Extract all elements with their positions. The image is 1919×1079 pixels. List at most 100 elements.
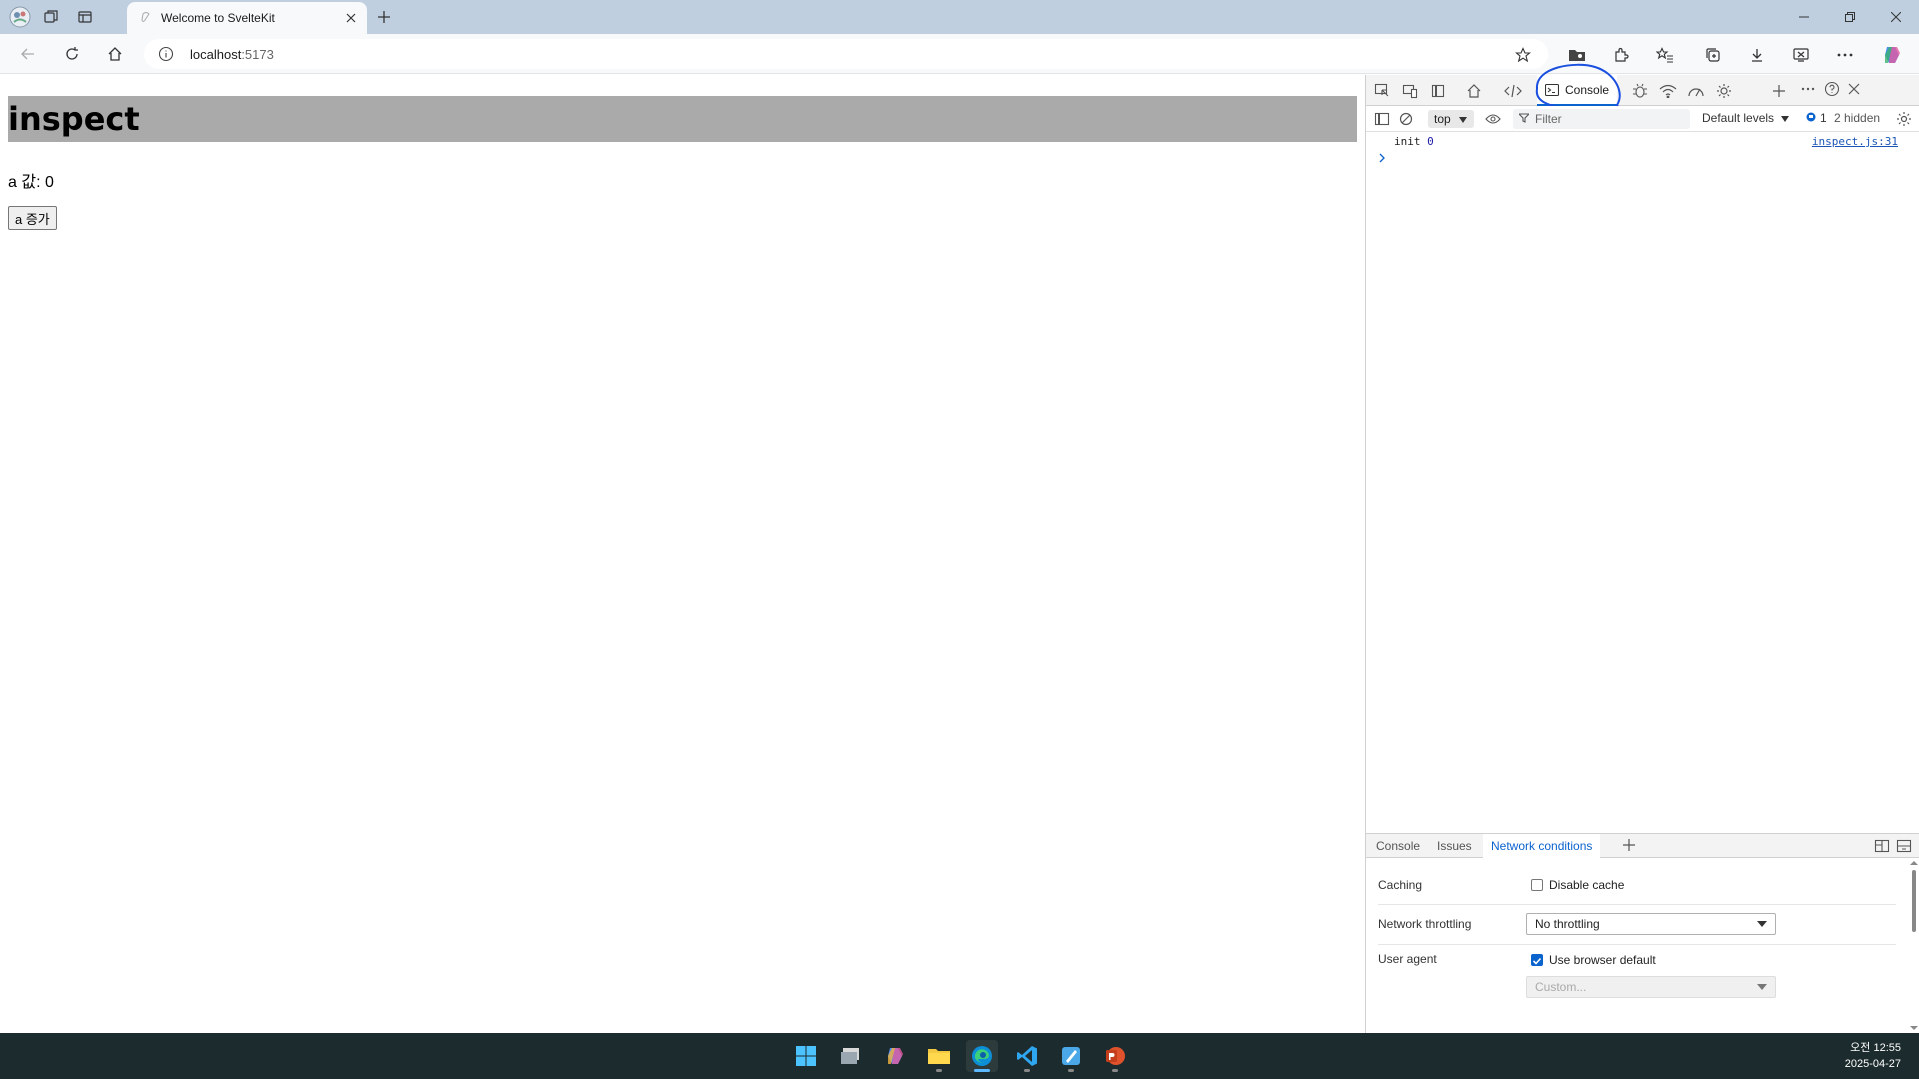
memory-settings-icon[interactable] — [1714, 81, 1734, 101]
address-bar[interactable]: localhost:5173 — [144, 39, 1548, 69]
downloads-icon[interactable] — [1744, 42, 1770, 68]
paint-icon[interactable] — [1055, 1040, 1087, 1072]
edge-icon[interactable] — [966, 1040, 998, 1072]
chevron-down-icon — [1757, 921, 1767, 927]
issues-counter[interactable]: 1 — [1806, 111, 1827, 125]
vertical-tabs-icon[interactable] — [73, 5, 97, 29]
issue-count: 1 — [1820, 111, 1827, 125]
site-info-icon[interactable] — [158, 46, 174, 62]
network-wifi-icon[interactable] — [1658, 81, 1678, 101]
throttling-select[interactable]: No throttling — [1526, 913, 1776, 935]
copilot-icon[interactable] — [1879, 42, 1905, 68]
svelte-favicon-icon — [139, 11, 153, 25]
close-window-icon[interactable] — [1873, 0, 1919, 34]
copilot-icon[interactable] — [879, 1040, 911, 1072]
clear-console-icon[interactable] — [1396, 109, 1416, 129]
file-explorer-icon[interactable] — [923, 1040, 955, 1072]
devtools-drawer: Console Issues Network conditions Cachin… — [1366, 833, 1919, 1033]
drawer-tabs: Console Issues Network conditions — [1366, 834, 1919, 858]
vscode-icon[interactable] — [1011, 1040, 1043, 1072]
settings-more-icon[interactable] — [1832, 42, 1858, 68]
toggle-sidebar-icon[interactable] — [1428, 81, 1448, 101]
console-sidebar-icon[interactable] — [1372, 109, 1392, 129]
new-tab-icon[interactable] — [372, 5, 396, 29]
devtools-toolbar: Console — [1366, 63, 1919, 120]
start-icon[interactable] — [790, 1040, 822, 1072]
workspaces-icon[interactable] — [39, 5, 63, 29]
running-indicator — [1112, 1069, 1118, 1072]
use-browser-default-checkbox[interactable] — [1531, 954, 1543, 966]
custom-user-agent-select: Custom... — [1526, 976, 1776, 998]
disable-cache-checkbox[interactable] — [1531, 879, 1543, 891]
collections-icon[interactable] — [1700, 42, 1726, 68]
minimize-icon[interactable] — [1781, 0, 1827, 34]
drawer-tab-network-conditions[interactable]: Network conditions — [1483, 834, 1601, 858]
clock-date: 2025-04-27 — [1844, 1058, 1901, 1070]
increment-a-button[interactable]: a 증가 — [8, 206, 57, 230]
running-indicator — [936, 1069, 942, 1072]
page-viewport: inspect a 값: 0 a 증가 — [0, 75, 1365, 1033]
favorites-list-icon[interactable] — [1652, 42, 1678, 68]
console-message-text: init — [1394, 135, 1421, 148]
divider — [1378, 904, 1896, 905]
filter-icon — [1517, 112, 1531, 126]
caching-label: Caching — [1378, 878, 1423, 892]
live-expression-eye-icon[interactable] — [1483, 109, 1503, 129]
active-indicator — [974, 1069, 990, 1072]
log-levels-dropdown[interactable]: Default levels — [1702, 111, 1790, 125]
console-settings-gear-icon[interactable] — [1894, 109, 1914, 129]
console-source-link[interactable]: inspect.js:31 — [1812, 135, 1898, 148]
close-drawer-icon[interactable] — [1896, 839, 1912, 856]
restore-icon[interactable] — [1827, 0, 1873, 34]
chevron-down-icon — [1458, 112, 1467, 126]
dock-drawer-icon[interactable] — [1874, 839, 1890, 856]
profile-avatar-icon[interactable] — [8, 5, 32, 29]
screenshot-icon[interactable] — [1788, 42, 1814, 68]
a-value-text: a 값: 0 — [8, 174, 54, 191]
drawer-scrollbar[interactable] — [1908, 858, 1919, 1034]
issue-badge-icon — [1806, 111, 1816, 125]
disable-cache-label: Disable cache — [1549, 878, 1625, 892]
log-levels-label: Default levels — [1702, 111, 1775, 125]
drawer-tab-issues[interactable]: Issues — [1429, 834, 1480, 858]
use-browser-default-label: Use browser default — [1549, 953, 1656, 967]
help-icon[interactable] — [1822, 79, 1842, 99]
performance-icon[interactable] — [1686, 81, 1706, 101]
running-indicator — [1024, 1069, 1030, 1072]
url-port: :5173 — [241, 46, 274, 62]
close-tab-icon[interactable] — [343, 10, 359, 26]
console-message-value: 0 — [1427, 135, 1434, 148]
context-selector[interactable]: top — [1428, 110, 1474, 128]
tab-title: Welcome to SvelteKit — [161, 11, 275, 25]
user-agent-label: User agent — [1378, 952, 1437, 966]
browser-title-bar: Welcome to SvelteKit — [0, 0, 1919, 34]
clock-time: 오전 12:55 — [1850, 1042, 1901, 1054]
home-icon[interactable] — [101, 40, 129, 68]
custom-user-agent-placeholder: Custom... — [1535, 980, 1587, 994]
device-emulation-icon[interactable] — [1400, 81, 1420, 101]
refresh-icon[interactable] — [58, 40, 86, 68]
console-filter-input[interactable]: Filter — [1513, 109, 1690, 129]
browser-tab[interactable]: Welcome to SvelteKit — [127, 2, 367, 34]
network-throttling-label: Network throttling — [1378, 917, 1472, 931]
divider — [1378, 944, 1896, 945]
powerpoint-icon[interactable] — [1099, 1040, 1131, 1072]
inspect-element-icon[interactable] — [1372, 81, 1392, 101]
more-tools-plus-icon[interactable] — [1769, 81, 1789, 101]
page-heading: inspect — [8, 96, 1357, 142]
filter-placeholder: Filter — [1535, 112, 1562, 126]
system-clock[interactable]: 오전 12:55 2025-04-27 — [1845, 1040, 1901, 1072]
chevron-down-icon — [1781, 111, 1790, 125]
back-icon[interactable] — [14, 40, 42, 68]
chevron-down-icon — [1757, 984, 1767, 990]
add-drawer-tab-icon[interactable] — [1622, 838, 1636, 855]
console-prompt-row[interactable] — [1366, 151, 1919, 169]
task-view-icon[interactable] — [835, 1040, 867, 1072]
devtools-more-icon[interactable] — [1798, 79, 1818, 99]
running-indicator — [1068, 1069, 1074, 1072]
drawer-tab-console[interactable]: Console — [1368, 834, 1428, 858]
elements-code-icon[interactable] — [1503, 81, 1523, 101]
welcome-home-icon[interactable] — [1464, 81, 1484, 101]
close-devtools-icon[interactable] — [1844, 79, 1864, 99]
throttling-value: No throttling — [1535, 917, 1600, 931]
